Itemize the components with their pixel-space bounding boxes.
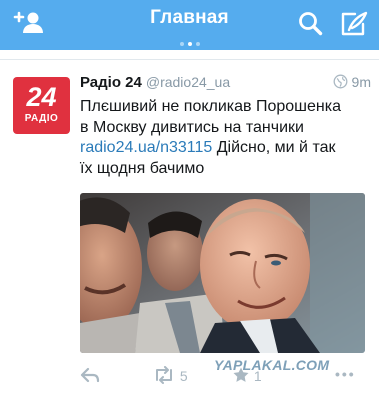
top-navbar: Главная (0, 0, 379, 50)
watermark: YAPLAKAL.COM (214, 357, 330, 373)
avatar-logo-brand: РАДІО (24, 113, 59, 124)
retweet-count: 5 (179, 368, 188, 384)
tweet-text-line: Дійсно, ми й так (216, 139, 336, 156)
search-icon (299, 12, 323, 36)
page-dot (179, 42, 184, 46)
compose-button[interactable] (337, 8, 371, 40)
reply-icon (80, 367, 100, 383)
more-button[interactable]: ••• (335, 366, 356, 388)
retweet-button[interactable]: 5 (152, 366, 188, 388)
page-dot-active (187, 42, 192, 46)
tweet-text-line: Плєшивий не покликав Порошенка (80, 98, 341, 115)
tweet-photo[interactable] (80, 193, 365, 353)
tweet-time: 9m (351, 74, 371, 90)
search-button[interactable] (294, 8, 328, 40)
tweet-text-line: їх щодня бачимо (80, 159, 205, 177)
avatar[interactable]: 24 РАДІО (13, 77, 70, 134)
tweet-header: Радіо 24 @radio24_ua (80, 74, 370, 94)
author-handle[interactable]: @radio24_ua (146, 74, 230, 90)
photo-image (80, 193, 365, 353)
timeline-divider (0, 59, 379, 60)
tweet-link[interactable]: radio24.ua/n33115 (80, 139, 212, 156)
avatar-logo-number: 24 (26, 82, 57, 112)
tweet-meta: 9m (333, 74, 371, 90)
tweet-text-line: в Москву дивитись на танчики (80, 118, 304, 136)
more-icon: ••• (335, 366, 356, 382)
author-name[interactable]: Радіо 24 (80, 74, 142, 91)
page-dot (195, 42, 200, 46)
compose-icon (341, 11, 368, 36)
retweet-icon (156, 366, 172, 384)
tweet-text: Плєшивий не покликав Порошенка в Москву … (80, 97, 372, 179)
reply-button[interactable] (80, 366, 100, 388)
globe-icon (333, 74, 347, 89)
